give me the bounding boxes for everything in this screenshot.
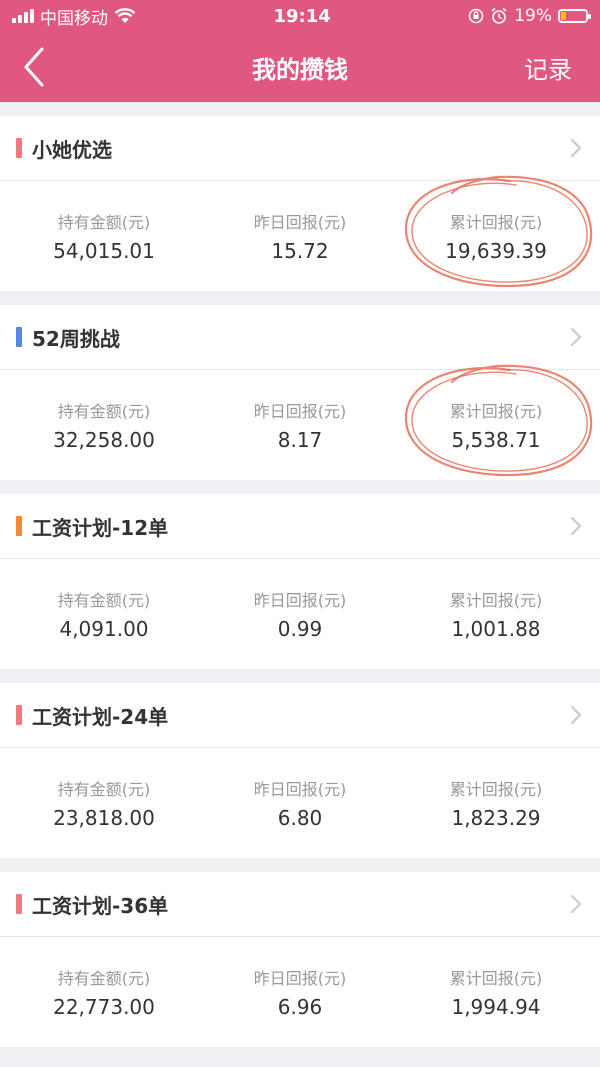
- yesterday-return-value: 6.96: [277, 995, 323, 1019]
- plan-card-header[interactable]: 工资计划-12单: [0, 494, 600, 559]
- yesterday-return-value: 8.17: [277, 428, 323, 452]
- battery-icon: [558, 9, 591, 23]
- chevron-right-icon: [571, 895, 581, 913]
- plan-card: 52周挑战 持有金额(元) 32,258.00 昨日回报(元) 8.17 累计回…: [0, 305, 600, 480]
- yesterday-return-label: 昨日回报(元): [253, 213, 347, 232]
- plan-name: 工资计划-12单: [32, 515, 169, 540]
- chevron-right-icon: [571, 706, 581, 724]
- clock-label: 19:14: [273, 5, 331, 27]
- plan-color-bar: [16, 705, 22, 725]
- plan-name: 52周挑战: [32, 326, 120, 351]
- yesterday-return-label: 昨日回报(元): [253, 591, 347, 610]
- held-amount-value: 4,091.00: [59, 617, 149, 641]
- carrier-label: 中国移动: [40, 8, 108, 29]
- plan-name: 小她优选: [32, 137, 112, 162]
- back-button[interactable]: [22, 47, 50, 87]
- chevron-left-icon: [24, 47, 44, 87]
- yesterday-return-value: 15.72: [271, 239, 329, 263]
- held-amount-label: 持有金额(元): [57, 402, 151, 421]
- plan-stats: 持有金额(元) 54,015.01 昨日回报(元) 15.72 累计回报(元) …: [0, 175, 600, 291]
- plan-stats: 持有金额(元) 32,258.00 昨日回报(元) 8.17 累计回报(元) 5…: [0, 364, 600, 480]
- chevron-right-icon: [571, 517, 581, 535]
- plan-stats: 持有金额(元) 4,091.00 昨日回报(元) 0.99 累计回报(元) 1,…: [0, 559, 600, 669]
- total-return-label: 累计回报(元): [449, 213, 543, 232]
- plan-card: 工资计划-12单 持有金额(元) 4,091.00 昨日回报(元) 0.99 累…: [0, 494, 600, 669]
- plan-card: 工资计划-24单 持有金额(元) 23,818.00 昨日回报(元) 6.80 …: [0, 683, 600, 858]
- held-amount-label: 持有金额(元): [57, 591, 151, 610]
- total-return-value: 1,001.88: [451, 617, 541, 641]
- held-amount-label: 持有金额(元): [57, 780, 151, 799]
- chevron-right-icon: [571, 328, 581, 346]
- total-return-label: 累计回报(元): [449, 591, 543, 610]
- total-return-label: 累计回报(元): [449, 402, 543, 421]
- held-amount-value: 54,015.01: [53, 239, 155, 263]
- total-return-value: 1,994.94: [451, 995, 541, 1019]
- total-return-label: 累计回报(元): [449, 969, 543, 988]
- plan-stats: 持有金额(元) 23,818.00 昨日回报(元) 6.80 累计回报(元) 1…: [0, 748, 600, 858]
- plan-color-bar: [16, 516, 22, 536]
- plan-color-bar: [16, 138, 22, 158]
- page-title: 我的攒钱: [252, 55, 348, 84]
- chevron-right-icon: [571, 139, 581, 157]
- yesterday-return-label: 昨日回报(元): [253, 969, 347, 988]
- yesterday-return-label: 昨日回报(元): [253, 402, 347, 421]
- orientation-lock-icon: [468, 8, 484, 24]
- plan-stats: 持有金额(元) 22,773.00 昨日回报(元) 6.96 累计回报(元) 1…: [0, 937, 600, 1047]
- plan-card-header[interactable]: 小她优选: [0, 116, 600, 181]
- yesterday-return-value: 6.80: [277, 806, 323, 830]
- held-amount-value: 32,258.00: [53, 428, 155, 452]
- plan-list: 小她优选 持有金额(元) 54,015.01 昨日回报(元) 15.72 累计回…: [0, 116, 600, 1047]
- plan-card: 工资计划-36单 持有金额(元) 22,773.00 昨日回报(元) 6.96 …: [0, 872, 600, 1047]
- plan-name: 工资计划-24单: [32, 704, 169, 729]
- yesterday-return-label: 昨日回报(元): [253, 780, 347, 799]
- held-amount-label: 持有金额(元): [57, 213, 151, 232]
- total-return-value: 19,639.39: [445, 239, 547, 263]
- wifi-icon: [114, 8, 136, 23]
- plan-card-header[interactable]: 工资计划-36单: [0, 872, 600, 937]
- total-return-value: 1,823.29: [451, 806, 541, 830]
- alarm-icon: [491, 7, 507, 24]
- signal-icon: [12, 9, 34, 23]
- held-amount-value: 23,818.00: [53, 806, 155, 830]
- records-button[interactable]: 记录: [524, 50, 572, 85]
- plan-color-bar: [16, 894, 22, 914]
- total-return-label: 累计回报(元): [449, 780, 543, 799]
- plan-card-header[interactable]: 52周挑战: [0, 305, 600, 370]
- held-amount-value: 22,773.00: [53, 995, 155, 1019]
- plan-card: 小她优选 持有金额(元) 54,015.01 昨日回报(元) 15.72 累计回…: [0, 116, 600, 291]
- status-bar: 中国移动 19:14 19%: [0, 0, 600, 32]
- plan-card-header[interactable]: 工资计划-24单: [0, 683, 600, 748]
- held-amount-label: 持有金额(元): [57, 969, 151, 988]
- battery-percent: 19%: [514, 6, 552, 26]
- yesterday-return-value: 0.99: [277, 617, 323, 641]
- plan-name: 工资计划-36单: [32, 893, 169, 918]
- total-return-value: 5,538.71: [451, 428, 541, 452]
- plan-color-bar: [16, 327, 22, 347]
- nav-bar: 我的攒钱 记录: [0, 32, 600, 102]
